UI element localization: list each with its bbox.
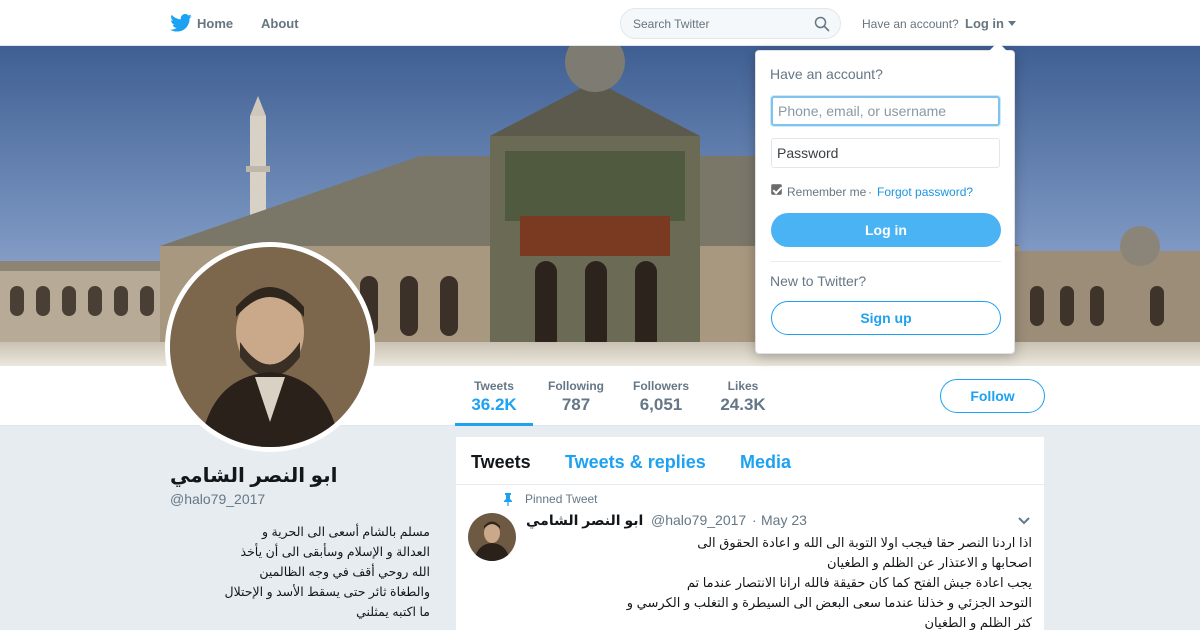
profile-handle[interactable]: @halo79_2017	[170, 491, 265, 507]
tweet-avatar[interactable]	[468, 513, 516, 561]
stat-followers[interactable]: Followers 6,051	[632, 379, 690, 415]
top-nav: Home About Have an account? Log in	[0, 0, 1200, 46]
tweet-date[interactable]: May 23	[761, 512, 807, 528]
stat-label: Tweets	[474, 379, 514, 393]
chevron-down-icon[interactable]	[1008, 21, 1016, 26]
pinned-tweet[interactable]: Pinned Tweet ابو النصر الشامي @halo79_20…	[456, 485, 1044, 630]
login-link[interactable]: Log in	[965, 16, 1004, 31]
profile-avatar[interactable]	[165, 242, 375, 452]
tweet-author-handle[interactable]: @halo79_2017	[651, 512, 746, 528]
follow-button[interactable]: Follow	[940, 379, 1045, 413]
username-field[interactable]	[771, 96, 1000, 126]
stat-label: Following	[548, 379, 604, 393]
dropdown-divider	[771, 261, 1001, 262]
nav-home-link[interactable]: Home	[197, 16, 233, 31]
password-field[interactable]	[771, 138, 1000, 168]
have-account-text: Have an account?	[862, 17, 959, 31]
remember-me-checkbox[interactable]	[771, 184, 782, 195]
stat-label: Followers	[632, 379, 689, 393]
chevron-down-icon[interactable]	[1017, 516, 1031, 526]
pin-icon	[504, 493, 512, 506]
stat-following[interactable]: Following 787	[547, 379, 605, 415]
tweet-separator: ·	[752, 512, 757, 528]
timeline: Tweets Tweets & replies Media Pinned Twe…	[456, 437, 1044, 630]
pinned-label: Pinned Tweet	[525, 492, 598, 506]
tab-media[interactable]: Media	[740, 452, 791, 473]
search-box	[620, 8, 841, 39]
stat-value: 36.2K	[471, 395, 517, 414]
tweet-avatar-image	[468, 513, 516, 561]
dropdown-caret	[989, 42, 1007, 51]
stat-likes[interactable]: Likes 24.3K	[719, 379, 767, 415]
avatar-image	[170, 247, 370, 447]
tab-tweets-replies[interactable]: Tweets & replies	[565, 452, 706, 473]
active-tab-underline	[455, 423, 533, 426]
new-to-twitter-text: New to Twitter?	[770, 273, 867, 289]
dropdown-title: Have an account?	[770, 66, 883, 82]
profile-bio: مسلم بالشام أسعى الى الحرية و العدالة و …	[224, 525, 430, 619]
tweet-text: اذا اردنا النصر حقا فيجب اولا التوبة الى…	[626, 535, 1032, 630]
stat-value: 24.3K	[720, 395, 766, 414]
nav-about-link[interactable]: About	[261, 16, 299, 31]
forgot-password-link[interactable]: Forgot password?	[877, 185, 973, 199]
stat-label: Likes	[727, 379, 759, 393]
twitter-bird-icon[interactable]	[170, 14, 192, 32]
remember-me-label[interactable]: Remember me	[787, 185, 866, 199]
search-input[interactable]	[633, 15, 813, 33]
stat-value: 787	[561, 395, 591, 414]
profile-name: ابو النصر الشامي	[170, 465, 338, 487]
timeline-tabs: Tweets Tweets & replies Media	[456, 437, 1044, 485]
tab-tweets[interactable]: Tweets	[471, 452, 531, 473]
signup-button[interactable]: Sign up	[771, 301, 1001, 335]
login-button[interactable]: Log in	[771, 213, 1001, 247]
tweet-author-name[interactable]: ابو النصر الشامي	[526, 512, 643, 529]
dropdown-separator: ·	[868, 185, 872, 199]
stat-tweets[interactable]: Tweets 36.2K	[470, 379, 518, 415]
stat-value: 6,051	[639, 395, 683, 414]
login-dropdown: Have an account? Remember me · Forgot pa…	[755, 42, 1015, 354]
search-icon[interactable]	[814, 16, 830, 32]
